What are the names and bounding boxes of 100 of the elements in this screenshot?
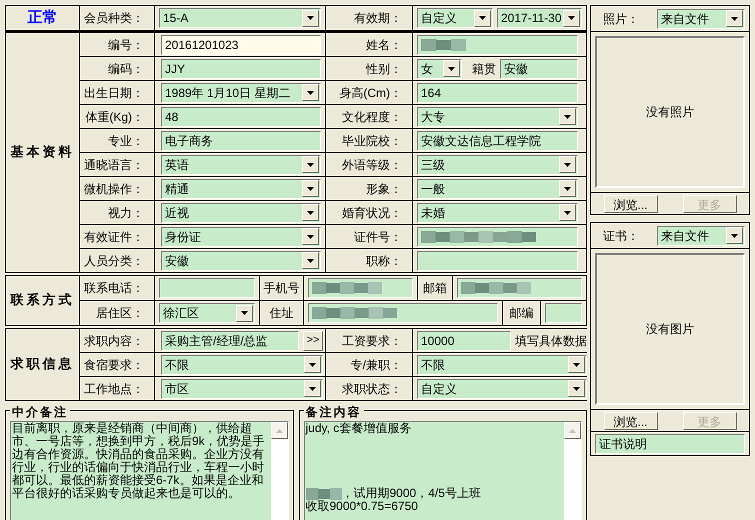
dropdown[interactable]: 自定义 [417, 378, 587, 398]
notes-textarea[interactable]: 目前离职，原来是经销商（中间商），供给超市、一号店等，想换到甲方，税后9k，优势是手边有合作资源。快消品的食品采购。企业方没有行业，行业的话偏向于快消品行业，车程一小时都可以。最低的薪资能接受6-7k。如果是企业和平台很好的话采购专员做起来也是可以的。 [10, 421, 288, 520]
scroll-up-button[interactable] [564, 422, 581, 439]
caret-icon [564, 162, 571, 166]
text-field[interactable]: 安徽文达信息工程学院 [417, 130, 578, 150]
dropdown[interactable]: 安徽 [161, 250, 321, 270]
notes-textarea[interactable]: judy, c套餐增值服务 ，试用期9000，4/5号上班 收取9000*0.75=6750 [304, 421, 582, 520]
panel-button[interactable]: 浏览... [604, 412, 658, 430]
panel-button[interactable]: 浏览... [604, 194, 658, 212]
text-field[interactable]: 10000 [417, 330, 511, 350]
text-field[interactable]: 164 [417, 82, 578, 102]
dropdown[interactable]: 自定义 [417, 8, 493, 28]
dropdown[interactable]: 三级 [417, 154, 578, 174]
field-label: 微机操作： [84, 180, 144, 198]
text-field[interactable] [417, 250, 578, 270]
field-label: 求职状态： [342, 380, 402, 398]
dropdown[interactable]: 大专 [417, 106, 578, 126]
section-title: 求职信息 [10, 356, 74, 374]
dropdown-arrow-button[interactable] [304, 380, 321, 397]
field-label: 姓名： [366, 36, 402, 54]
section-title: 联系方式 [10, 292, 74, 310]
dropdown[interactable]: 来自文件 [657, 226, 745, 246]
field-label: 有效证件： [84, 228, 144, 246]
field-label: 职称： [366, 252, 402, 270]
dropdown[interactable]: 来自文件 [657, 8, 745, 28]
text-field[interactable]: 证书说明 [595, 434, 745, 454]
dropdown[interactable]: 英语 [161, 154, 321, 174]
dropdown-arrow-button[interactable] [302, 10, 319, 26]
dropdown[interactable]: 1989年 1月10日 星期二 [161, 82, 321, 102]
dropdown-arrow-button[interactable] [726, 10, 743, 27]
panel-label: 照片： [602, 10, 639, 28]
image-field[interactable]: 没有照片 [595, 36, 745, 188]
field-label: 邮编 [510, 305, 534, 322]
dropdown[interactable]: 未婚 [417, 202, 578, 222]
dropdown-arrow-button[interactable] [474, 10, 491, 26]
dropdown[interactable]: 一般 [417, 178, 578, 198]
field-label: 身高(Cm)： [339, 84, 402, 102]
dropdown-arrow-button[interactable] [568, 380, 585, 397]
text-field[interactable] [308, 278, 413, 298]
text-field[interactable] [545, 303, 582, 323]
field-label: 通晓语言： [84, 156, 144, 174]
placeholder-text: 没有照片 [646, 104, 694, 121]
dropdown-arrow-button[interactable] [302, 228, 319, 245]
text-field[interactable]: 48 [161, 106, 321, 126]
dropdown-arrow-button[interactable] [559, 204, 576, 221]
caret-icon [479, 16, 486, 20]
dropdown[interactable]: 不限 [417, 354, 587, 374]
placeholder-text: 没有图片 [646, 321, 694, 338]
scroll-up-button[interactable] [270, 422, 288, 439]
note-line: ，试用期9000，4/5号上班 [342, 487, 481, 500]
dropdown-arrow-button[interactable] [559, 180, 576, 197]
dropdown-arrow-button[interactable] [236, 304, 253, 322]
dropdown-arrow-button[interactable] [568, 356, 585, 373]
text-field[interactable] [417, 34, 578, 54]
text-field[interactable] [417, 226, 578, 246]
dropdown[interactable]: 徐汇区 [159, 303, 255, 323]
dropdown-arrow-button[interactable] [304, 356, 321, 373]
text-field[interactable] [308, 303, 498, 323]
dropdown-arrow-button[interactable] [443, 60, 460, 77]
scrollbar[interactable] [564, 422, 581, 520]
caret-icon [564, 114, 571, 118]
text-field[interactable]: 采购主管/经理/总监 [161, 330, 299, 350]
text-field[interactable] [457, 278, 582, 298]
text-field[interactable]: 安徽 [500, 58, 578, 78]
image-field[interactable]: 没有图片 [595, 253, 745, 405]
dropdown[interactable]: 15-A [159, 8, 321, 28]
field-label: 联系电话： [84, 280, 144, 297]
blurred-text [306, 488, 342, 500]
dropdown[interactable]: 近视 [161, 202, 321, 222]
dropdown[interactable]: 身份证 [161, 226, 321, 246]
dropdown[interactable]: 市区 [161, 378, 323, 398]
caret-icon [307, 16, 314, 20]
field-label: 证件号： [354, 228, 402, 246]
dropdown-arrow-button[interactable] [559, 108, 576, 125]
field-label: 性别： [366, 60, 402, 78]
dropdown-arrow-button[interactable] [302, 252, 319, 269]
dropdown[interactable]: 女 [417, 58, 462, 78]
scrollbar[interactable] [270, 422, 288, 520]
expand-button[interactable]: >> [303, 330, 323, 350]
field-label: 婚育状况： [342, 204, 402, 222]
text-field[interactable]: 电子商务 [161, 130, 321, 150]
caret-icon [307, 90, 314, 94]
dropdown-arrow-button[interactable] [302, 156, 319, 173]
dropdown-arrow-button[interactable] [302, 204, 319, 221]
field-label: 编号： [108, 36, 144, 54]
dropdown-arrow-button[interactable] [302, 84, 319, 101]
blurred-text [421, 38, 466, 50]
text-field[interactable] [159, 278, 255, 298]
dropdown-arrow-button[interactable] [726, 227, 743, 244]
dropdown-arrow-button[interactable] [563, 10, 580, 26]
dropdown[interactable]: 不限 [161, 354, 323, 374]
dropdown[interactable]: 2017-11-30 [497, 8, 582, 28]
text-field[interactable]: JJY [161, 58, 321, 78]
field-label: 居住区： [96, 305, 144, 322]
dropdown[interactable]: 精通 [161, 178, 321, 198]
dropdown-arrow-button[interactable] [302, 180, 319, 197]
caret-icon [564, 186, 571, 190]
caret-icon [564, 210, 571, 214]
dropdown-arrow-button[interactable] [559, 156, 576, 173]
text-field[interactable]: 20161201023 [161, 34, 321, 54]
